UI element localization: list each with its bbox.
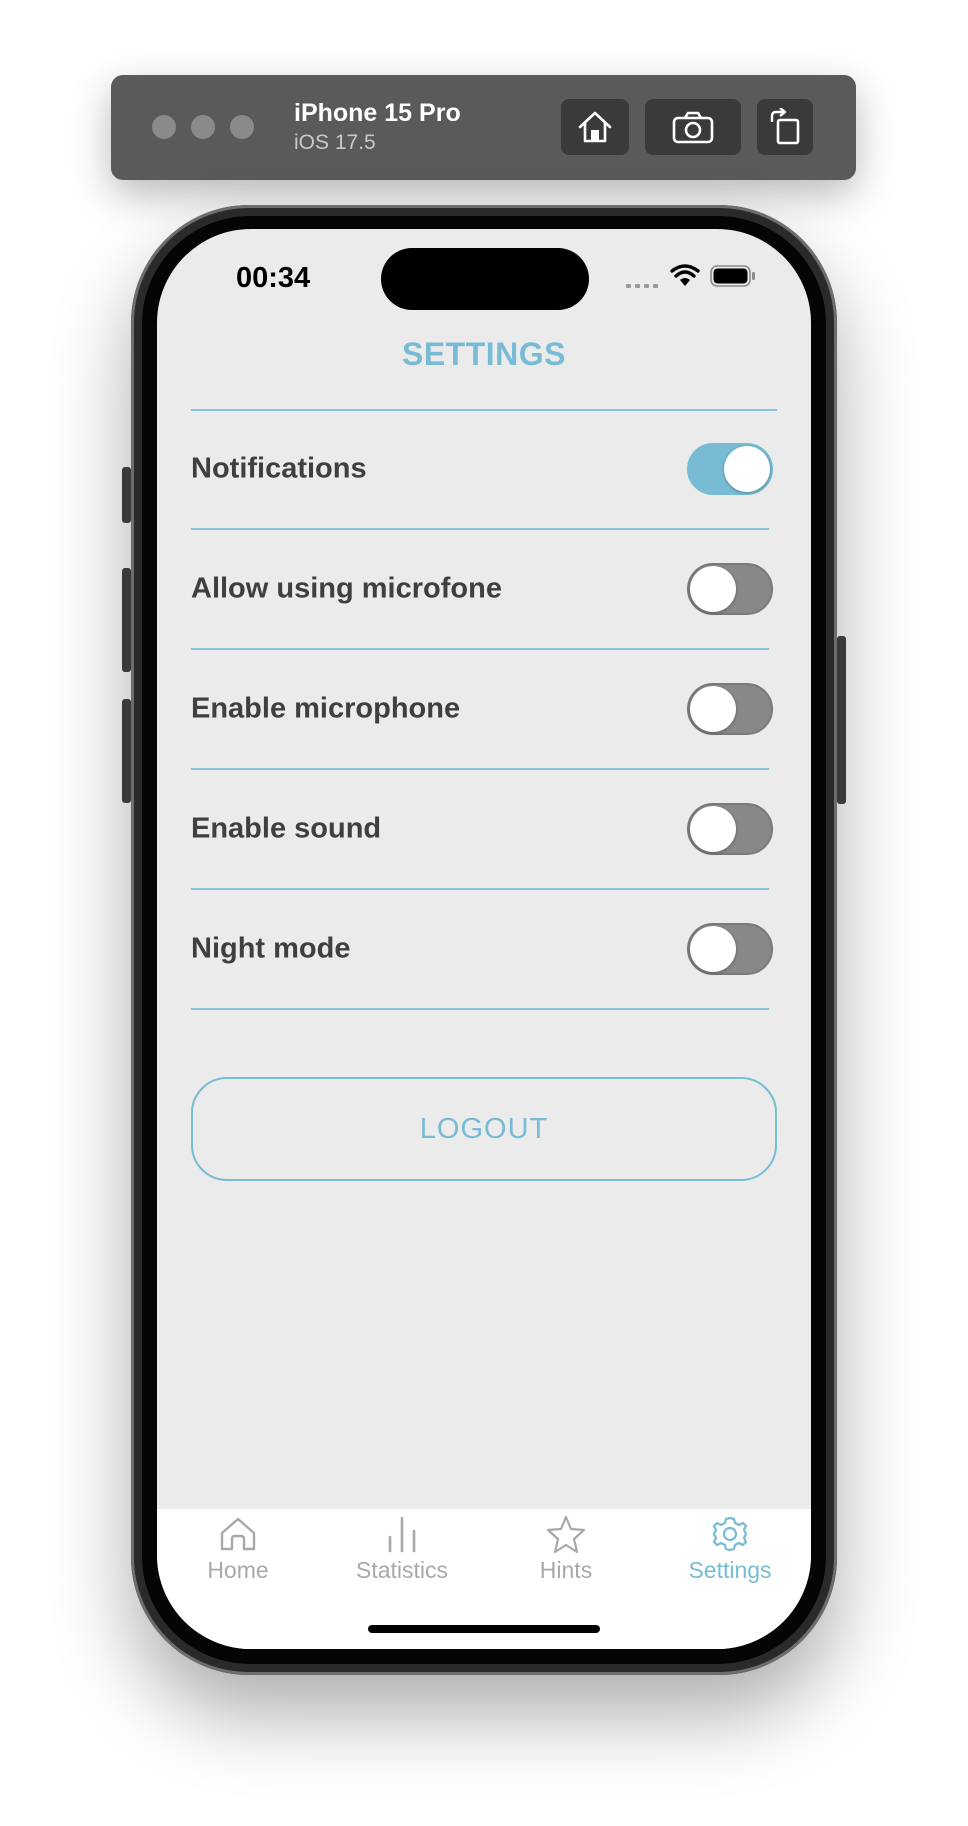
setting-label: Enable sound <box>191 812 382 845</box>
rotate-button[interactable] <box>757 99 813 155</box>
window-minimize-dot[interactable] <box>191 115 215 139</box>
device-name: iPhone 15 Pro <box>294 99 461 127</box>
tab-label: Hints <box>539 1557 593 1583</box>
tab-statistics[interactable]: Statistics <box>337 1509 467 1599</box>
tab-home[interactable]: Home <box>173 1509 303 1599</box>
setting-label: Enable microphone <box>191 692 461 725</box>
tab-hints[interactable]: Hints <box>501 1509 631 1599</box>
bar-chart-icon <box>388 1516 416 1553</box>
window-zoom-dot[interactable] <box>230 115 254 139</box>
row-divider <box>191 648 769 650</box>
dynamic-island <box>381 248 589 310</box>
row-divider <box>191 1008 769 1010</box>
page-title: SETTINGS <box>401 336 566 372</box>
toggle-knob <box>690 926 736 972</box>
row-divider <box>191 528 769 530</box>
allow-microfone-toggle[interactable] <box>687 563 773 615</box>
simulator-toolbar: iPhone 15 Pro iOS 17.5 <box>111 75 856 180</box>
os-version: iOS 17.5 <box>294 131 376 154</box>
row-divider <box>191 768 769 770</box>
gear-icon <box>712 1516 748 1552</box>
star-icon <box>546 1515 586 1553</box>
camera-icon <box>672 111 714 144</box>
night-mode-toggle[interactable] <box>687 923 773 975</box>
logout-button[interactable]: LOGOUT <box>191 1077 777 1181</box>
row-divider <box>191 888 769 890</box>
status-time: 00:34 <box>236 262 311 294</box>
top-divider <box>191 409 777 411</box>
power-button <box>837 636 846 804</box>
home-button[interactable] <box>561 99 629 155</box>
tab-label: Settings <box>688 1557 772 1583</box>
phone-screen: 00:34 SETTINGS Notifications Allow using… <box>157 229 811 1649</box>
home-icon <box>578 111 612 143</box>
notifications-toggle[interactable] <box>687 443 773 495</box>
tab-settings[interactable]: Settings <box>665 1509 795 1599</box>
tab-label: Home <box>207 1557 269 1583</box>
toggle-knob <box>724 446 770 492</box>
setting-label: Notifications <box>191 452 367 485</box>
rotate-icon <box>770 108 800 145</box>
toggle-knob <box>690 566 736 612</box>
setting-label: Night mode <box>191 932 351 965</box>
wifi-icon <box>670 264 700 286</box>
tab-label: Statistics <box>355 1557 449 1583</box>
action-button <box>122 467 131 523</box>
enable-sound-toggle[interactable] <box>687 803 773 855</box>
enable-microphone-toggle[interactable] <box>687 683 773 735</box>
toggle-knob <box>690 806 736 852</box>
battery-icon <box>710 265 755 287</box>
toggle-knob <box>690 686 736 732</box>
volume-down-button <box>122 699 131 803</box>
volume-up-button <box>122 568 131 672</box>
screenshot-button[interactable] <box>645 99 741 155</box>
home-indicator[interactable] <box>368 1625 600 1633</box>
setting-label: Allow using microfone <box>191 572 502 605</box>
home-icon <box>220 1517 256 1551</box>
window-close-dot[interactable] <box>152 115 176 139</box>
